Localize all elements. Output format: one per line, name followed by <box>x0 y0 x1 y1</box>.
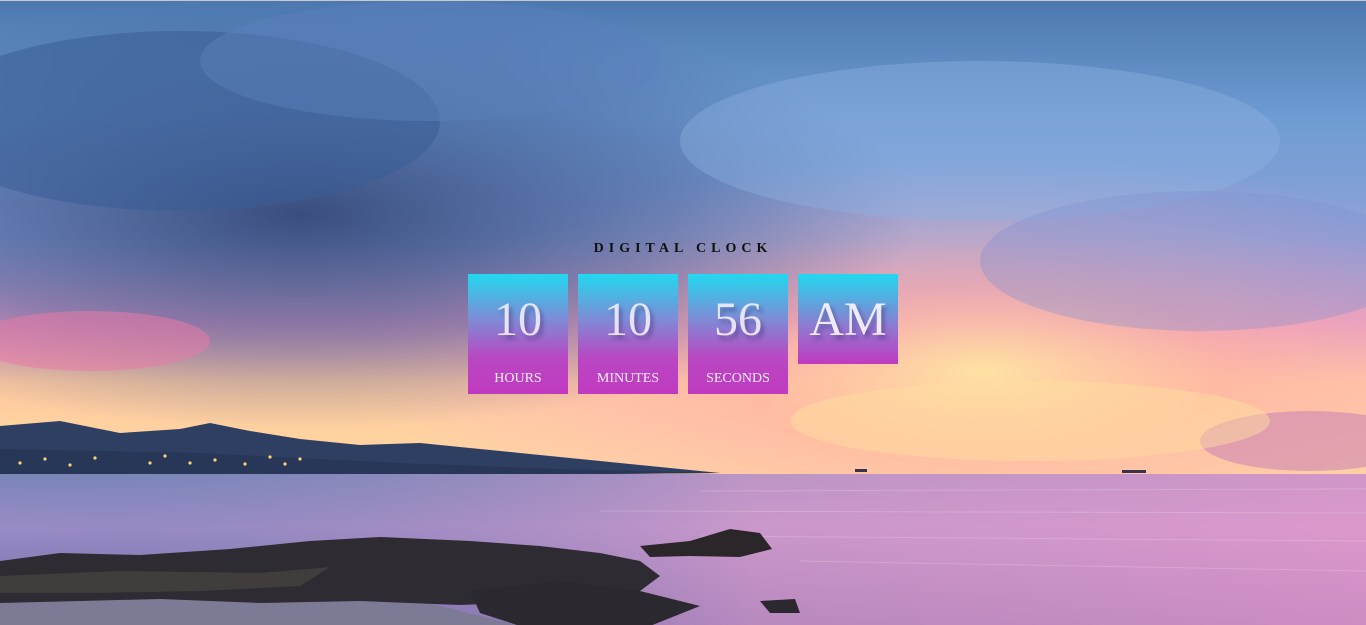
minutes-value: 10 <box>604 293 652 346</box>
ampm-box: AM <box>798 274 898 364</box>
seconds-value: 56 <box>714 293 762 346</box>
seconds-label: SECONDS <box>706 371 770 386</box>
clock-page: DIGITAL CLOCK 10 HOURS 10 MINUTES 56 SEC… <box>0 0 1366 625</box>
sunset-seascape-background <box>0 1 1366 625</box>
ampm-value: AM <box>809 293 887 346</box>
minutes-label: MINUTES <box>596 371 660 386</box>
hours-label: HOURS <box>494 371 542 386</box>
clock-title: DIGITAL CLOCK <box>593 241 773 256</box>
hours-value: 10 <box>494 293 542 346</box>
seconds-box: 56 SECONDS <box>688 274 788 394</box>
hours-box: 10 HOURS <box>468 274 568 394</box>
minutes-box: 10 MINUTES <box>578 274 678 394</box>
